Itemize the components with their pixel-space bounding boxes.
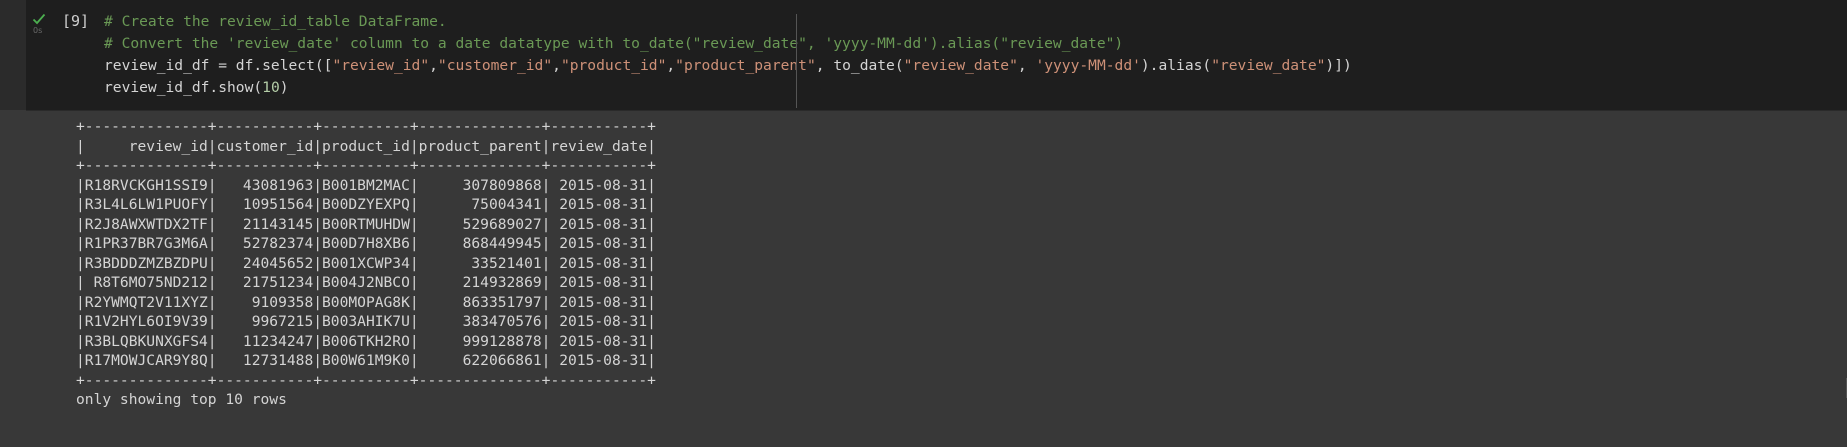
code-token: # Create the review_id_table DataFrame.: [104, 13, 447, 30]
check-icon: [32, 13, 46, 25]
code-token: ,: [666, 57, 676, 74]
code-token: ,: [429, 57, 438, 74]
code-token: review_id_df = df.select([: [104, 57, 333, 74]
output-line: |R18RVCKGH1SSI9| 43081963|B001BM2MAC| 30…: [76, 176, 656, 194]
output-line: |R2YWMQT2V11XYZ| 9109358|B00MOPAG8K| 863…: [76, 293, 656, 311]
output-line: |R3BDDDZMZBZDPU| 24045652|B001XCWP34| 33…: [76, 254, 656, 272]
code-line: review_id_df.show(10): [104, 77, 1352, 99]
code-token: "customer_id": [437, 57, 553, 74]
execution-count: [9]: [62, 12, 90, 30]
code-token: review_id_df.show(: [104, 79, 263, 96]
output-line: |R2J8AWXWTDX2TF| 21143145|B00RTMUHDW| 52…: [76, 215, 656, 233]
code-line: review_id_df = df.select(["review_id","c…: [104, 55, 1352, 77]
code-line: # Create the review_id_table DataFrame.: [104, 11, 1352, 33]
output-line: | review_id|customer_id|product_id|produ…: [76, 137, 656, 155]
code-token: 10: [262, 79, 280, 96]
scrollbar-edge[interactable]: [1838, 378, 1847, 398]
code-line: # Convert the 'review_date' column to a …: [104, 33, 1352, 55]
cell-output: +--------------+-----------+----------+-…: [76, 117, 656, 390]
code-token: , to_date(: [815, 57, 904, 74]
execution-duration: 0s: [33, 26, 43, 35]
cell-gutter: [0, 0, 26, 110]
code-token: # Convert the 'review_date' column to a …: [104, 35, 1124, 52]
output-line: | R8T6MO75ND212| 21751234|B004J2NBCO| 21…: [76, 274, 656, 291]
code-token: "review_id": [332, 57, 430, 74]
code-token: "review_date": [903, 57, 1018, 74]
output-line: +--------------+-----------+----------+-…: [76, 118, 656, 135]
run-status[interactable]: 0s: [32, 12, 48, 42]
code-token: "review_date": [1211, 57, 1326, 74]
code-editor[interactable]: # Create the review_id_table DataFrame. #…: [104, 11, 1352, 99]
output-line: +--------------+-----------+----------+-…: [76, 371, 656, 389]
code-token: ,: [1017, 57, 1036, 74]
output-line: |R17MOWJCAR9Y8Q| 12731488|B00W61M9K0| 62…: [76, 352, 656, 369]
notebook-page: 0s [9] # Create the review_id_table Data…: [0, 0, 1847, 447]
output-line: |R3BLQBKUNXGFS4| 11234247|B006TKH2RO| 99…: [76, 332, 656, 350]
code-token: ): [279, 79, 289, 96]
output-line: |R1V2HYL6OI9V39| 9967215|B003AHIK7U| 383…: [76, 313, 656, 330]
editor-ruler: [796, 14, 797, 108]
code-cell[interactable]: 0s [9] # Create the review_id_table Data…: [26, 0, 1847, 110]
output-line: +--------------+-----------+----------+-…: [76, 157, 656, 174]
output-line: |R3L4L6LW1PUOFY| 10951564|B00DZYEXPQ| 75…: [76, 196, 656, 213]
code-token: 'yyyy-MM-dd': [1035, 57, 1141, 74]
output-footer: only showing top 10 rows: [76, 391, 287, 408]
code-token: "product_id": [560, 57, 667, 74]
code-token: "product_parent": [675, 57, 816, 74]
code-token: )]): [1325, 57, 1352, 74]
output-line: |R1PR37BR7G3M6A| 52782374|B00D7H8XB6| 86…: [76, 235, 656, 252]
code-token: ,: [552, 57, 561, 74]
code-token: ).alias(: [1140, 57, 1212, 74]
cell-divider: [26, 110, 1847, 111]
